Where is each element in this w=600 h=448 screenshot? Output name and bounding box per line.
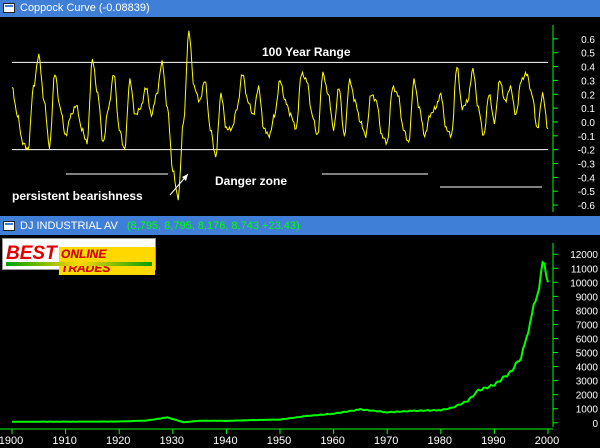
dow-x-tick-label: 1980 — [428, 435, 452, 447]
dow-tick-label: 11000 — [571, 264, 599, 275]
dow-x-tick-label: 2000 — [535, 435, 559, 447]
best-online-trades-logo: BEST ONLINE TRADES — [2, 238, 156, 275]
dow-tick-label: 0 — [592, 419, 598, 430]
dow-tick-label: 5000 — [576, 349, 599, 360]
coppock-tick-label: 0.5 — [581, 49, 595, 60]
coppock-y-axis: 0.6 0.5 0.4 0.3 0.2 0.1 0.0 -0.1 -0.2 -0.3 -0.4 -0.… — [552, 25, 596, 212]
dow-tick-label: 1000 — [576, 405, 599, 416]
window-menu-icon[interactable] — [3, 3, 15, 13]
dow-line — [11, 260, 549, 424]
bearish-annotation: persistent bearishness — [12, 189, 143, 203]
coppock-tick-label: -0.3 — [578, 160, 596, 171]
range-lines — [12, 61, 548, 151]
danger-annotation: Danger zone — [215, 174, 287, 188]
dow-x-tick-label: 1930 — [160, 435, 184, 447]
coppock-tick-label: 0.1 — [581, 104, 595, 115]
coppock-chart: 0.6 0.5 0.4 0.3 0.2 0.1 0.0 -0.1 -0.2 -0.3 -0.4 -0.… — [11, 25, 596, 212]
coppock-tick-label: -0.1 — [578, 132, 596, 143]
dow-x-tick-label: 1910 — [52, 435, 76, 447]
zone-markers — [66, 173, 542, 188]
logo-word-online-trades: ONLINE TRADES — [59, 247, 155, 275]
coppock-tick-label: 0.3 — [581, 76, 595, 87]
dow-x-tick-label: 1970 — [374, 435, 398, 447]
coppock-title-bar: Coppock Curve (-0.08839) — [0, 0, 600, 17]
dow-x-tick-label: 1920 — [106, 435, 130, 447]
dow-x-axis: 1900 1910 1920 1930 1940 1950 1960 1970 1980 1990… — [0, 428, 559, 447]
dow-tick-label: 8000 — [576, 306, 599, 317]
dow-tick-label: 4000 — [576, 363, 599, 374]
coppock-tick-label: 0.6 — [581, 35, 595, 46]
coppock-tick-label: -0.4 — [578, 173, 596, 184]
coppock-tick-label: -0.6 — [578, 201, 596, 212]
dow-x-tick-label: 1900 — [0, 435, 23, 447]
window-menu-icon[interactable] — [3, 221, 15, 231]
coppock-tick-label: 0.2 — [581, 90, 595, 101]
dow-x-tick-label: 1940 — [213, 435, 237, 447]
dow-tick-label: 3000 — [576, 377, 599, 388]
dow-title-bar: DJ INDUSTRIAL AV (8,795, 8,795, 8,176, 8… — [0, 218, 600, 235]
coppock-tick-label: -0.5 — [578, 187, 596, 198]
dow-tick-label: 6000 — [576, 335, 599, 346]
dow-tick-label: 10000 — [570, 278, 598, 289]
dow-tick-label: 9000 — [576, 292, 599, 303]
dow-tick-label: 12000 — [570, 250, 598, 261]
dow-x-tick-label: 1990 — [481, 435, 505, 447]
range-annotation: 100 Year Range — [262, 45, 351, 59]
dow-values: (8,795, 8,795, 8,176, 8,743 +23.43) — [126, 220, 300, 232]
coppock-tick-label: -0.2 — [578, 146, 596, 157]
dow-x-tick-label: 1950 — [267, 435, 291, 447]
dow-title: DJ INDUSTRIAL AV — [20, 220, 118, 232]
dow-y-axis: 1200011000100009000800070006000500040003… — [552, 243, 599, 430]
dow-tick-label: 7000 — [576, 320, 599, 331]
coppock-tick-label: 0.0 — [581, 118, 595, 129]
dow-x-tick-label: 1960 — [320, 435, 344, 447]
dow-tick-label: 2000 — [576, 391, 599, 402]
coppock-tick-label: 0.4 — [581, 63, 595, 74]
logo-stripe — [6, 262, 152, 266]
coppock-title: Coppock Curve (-0.08839) — [20, 2, 150, 14]
